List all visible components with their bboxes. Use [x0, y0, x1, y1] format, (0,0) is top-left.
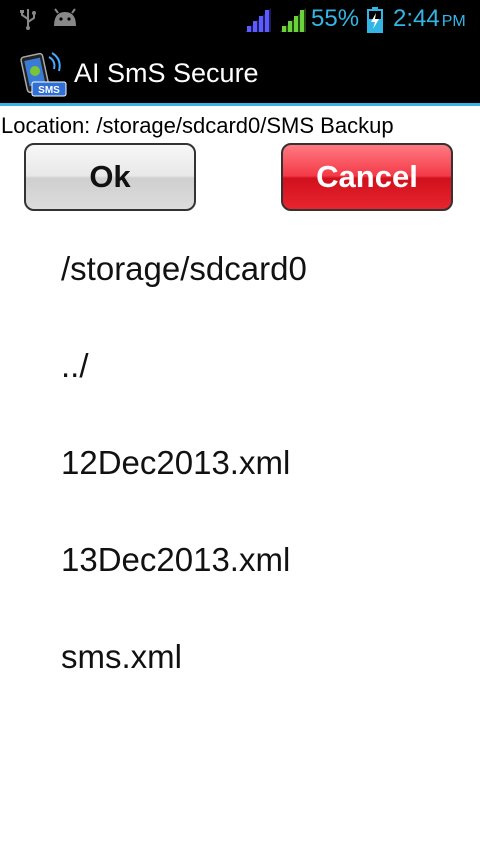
app-icon-badge: SMS: [38, 85, 60, 96]
clock-time: 2:44: [393, 5, 440, 32]
usb-icon: [20, 9, 36, 30]
battery-percent: 55%: [311, 5, 360, 32]
signal-icon: [245, 8, 271, 32]
battery-charging-icon: [367, 7, 383, 33]
clock: 2:44 PM: [393, 5, 466, 33]
clock-ampm: PM: [441, 13, 466, 30]
list-item[interactable]: /storage/sdcard0: [0, 220, 480, 317]
status-bar: 55% 2:44 PM: [0, 0, 480, 38]
cancel-button[interactable]: Cancel: [281, 143, 453, 211]
app-title: AI SmS Secure: [74, 58, 259, 88]
list-item[interactable]: 12Dec2013.xml: [0, 414, 480, 511]
app-logo-icon[interactable]: SMS: [16, 51, 68, 97]
file-list: /storage/sdcard0 ../ 12Dec2013.xml 13Dec…: [0, 220, 480, 705]
action-bar-divider: [0, 103, 480, 106]
location-path: Location: /storage/sdcard0/SMS Backup: [1, 113, 394, 138]
list-item[interactable]: sms.xml: [0, 608, 480, 705]
android-debug-icon: [54, 8, 76, 26]
ok-button[interactable]: Ok: [24, 143, 196, 211]
signal-icon: [280, 8, 306, 32]
action-bar: SMS AI SmS Secure: [0, 38, 480, 106]
list-item[interactable]: 13Dec2013.xml: [0, 511, 480, 608]
list-item[interactable]: ../: [0, 317, 480, 414]
